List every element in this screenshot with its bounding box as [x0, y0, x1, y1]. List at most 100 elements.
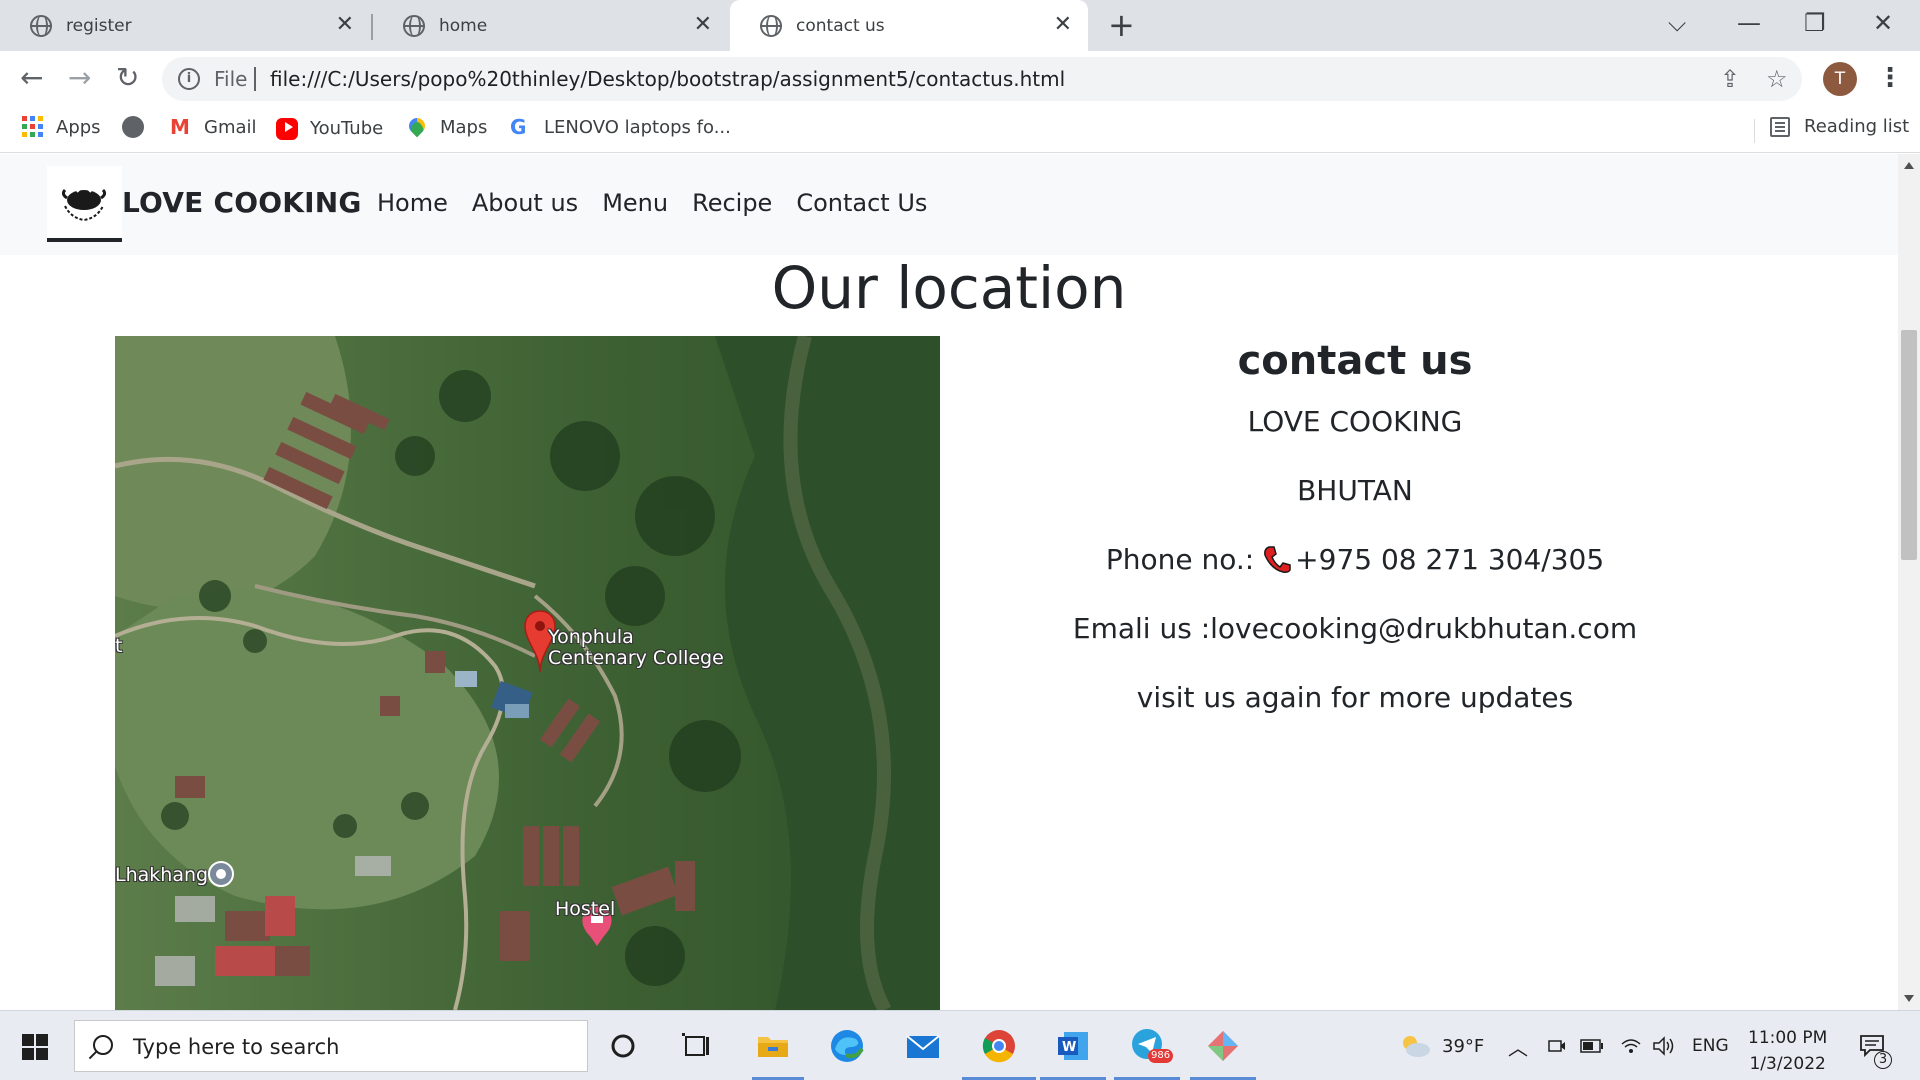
svg-text:W: W [1062, 1040, 1076, 1055]
telegram-icon[interactable]: 986 [1128, 1025, 1174, 1067]
taskbar-search[interactable]: Type here to search [74, 1020, 588, 1072]
bookmark-lenovo[interactable]: G LENOVO laptops fo... [510, 116, 731, 138]
bookmark-star-icon[interactable]: ☆ [1766, 65, 1788, 93]
contact-info: contact us LOVE COOKING BHUTAN Phone no.… [1060, 336, 1650, 749]
bookmark-maps[interactable]: Maps [405, 114, 487, 138]
bookmark-label: LENOVO laptops fo... [544, 116, 731, 138]
nav-contact-us[interactable]: Contact Us [796, 189, 927, 217]
bookmark-youtube[interactable]: YouTube [276, 116, 383, 140]
phone-number: +975 08 271 304/305 [1295, 543, 1605, 576]
browser-menu-icon[interactable]: ⋮ [1877, 63, 1903, 93]
tab-contact-us[interactable]: contact us ✕ [730, 0, 1088, 51]
bookmark-label: Apps [56, 116, 101, 138]
share-icon[interactable]: ⇪ [1720, 65, 1740, 93]
weather-widget[interactable]: 39°F [1398, 1011, 1484, 1080]
cooking-pot-logo-icon [61, 187, 107, 222]
contact-country: BHUTAN [1297, 474, 1413, 507]
new-tab-button[interactable]: + [1108, 8, 1135, 42]
tab-strip: register ✕ home ✕ contact us ✕ + ⌵ — ❐ ✕ [0, 0, 1920, 51]
restore-icon[interactable]: ❐ [1804, 8, 1826, 38]
volume-icon[interactable] [1652, 1011, 1676, 1080]
mail-icon[interactable] [902, 1025, 944, 1067]
gmail-icon: M [170, 115, 190, 139]
back-arrow-icon[interactable]: ← [20, 61, 43, 95]
meet-now-icon[interactable] [1546, 1011, 1566, 1080]
tab-home[interactable]: home ✕ [373, 0, 728, 51]
battery-icon[interactable] [1580, 1011, 1604, 1080]
apps-grid-icon [22, 116, 44, 138]
contact-note: visit us again for more updates [1136, 681, 1574, 714]
input-language[interactable]: ENG [1692, 1011, 1729, 1080]
map-label-college-text: Yonphula Centenary College [548, 626, 724, 669]
address-bar[interactable]: i File file:///C:/Users/popo%20thinley/D… [162, 57, 1802, 101]
scroll-up-arrow-icon[interactable] [1904, 162, 1914, 169]
nav-about-us[interactable]: About us [472, 189, 578, 217]
nav-menu[interactable]: Menu [602, 189, 668, 217]
map-label-edge: t [115, 635, 123, 657]
wifi-icon[interactable] [1620, 1011, 1642, 1080]
scroll-thumb[interactable] [1901, 330, 1917, 560]
cortana-icon[interactable] [602, 1025, 644, 1067]
address-url[interactable]: file:///C:/Users/popo%20thinley/Desktop/… [270, 67, 1065, 91]
scroll-down-arrow-icon[interactable] [1904, 995, 1914, 1002]
bookmark-label: Gmail [204, 116, 257, 138]
bookmark-globe[interactable] [122, 116, 156, 138]
site-navbar: LOVE COOKING Home About us Menu Recipe C… [0, 154, 1898, 255]
satellite-map[interactable]: Yonphula Centenary College Hostel Lhakha… [115, 336, 940, 1010]
bookmark-apps[interactable]: Apps [22, 116, 101, 138]
tab-register[interactable]: register ✕ [0, 0, 370, 51]
globe-icon [30, 14, 52, 37]
maps-icon [405, 114, 429, 138]
brand-name[interactable]: LOVE COOKING [122, 186, 362, 219]
reading-list-label: Reading list [1804, 116, 1910, 137]
file-explorer-icon[interactable] [752, 1025, 794, 1067]
tab-title: contact us [796, 15, 885, 36]
page-viewport: LOVE COOKING Home About us Menu Recipe C… [0, 154, 1898, 1010]
reload-icon[interactable]: ↻ [116, 61, 139, 95]
globe-icon [122, 116, 144, 138]
weather-temperature: 39°F [1442, 1035, 1485, 1057]
minimize-icon[interactable]: — [1737, 8, 1761, 38]
bookmark-gmail[interactable]: M Gmail [170, 116, 257, 138]
forward-arrow-icon[interactable]: → [68, 61, 91, 95]
profile-avatar[interactable]: T [1823, 62, 1857, 96]
word-icon[interactable]: W [1052, 1025, 1094, 1067]
tray-chevron-icon[interactable]: ︿ [1508, 1011, 1528, 1080]
tab-title: register [66, 15, 132, 36]
globe-icon [403, 14, 425, 37]
site-info-icon[interactable]: i [178, 68, 200, 90]
taskbar-search-placeholder: Type here to search [133, 1035, 340, 1059]
notification-count: 3 [1874, 1051, 1892, 1069]
notification-center[interactable]: 3 [1858, 1011, 1892, 1080]
google-icon: G [510, 115, 527, 139]
clock-time: 11:00 PM [1748, 1028, 1828, 1048]
bookmarks-bar: Apps M Gmail YouTube Maps G LENOVO lapto… [0, 107, 1920, 153]
map-label-hostel: Hostel [555, 898, 616, 920]
contact-company: LOVE COOKING [1247, 405, 1463, 438]
tab-search-chevron-icon[interactable]: ⌵ [1668, 8, 1686, 38]
map-imagery [115, 336, 940, 1010]
task-view-icon[interactable] [676, 1025, 718, 1067]
contact-phone: Phone no.: +975 08 271 304/305 [1060, 542, 1650, 578]
bookmarks-divider [1754, 119, 1755, 143]
phone-label: Phone no.: [1105, 543, 1255, 576]
taskbar-clock[interactable]: 11:00 PM 1/3/2022 [1748, 1025, 1827, 1077]
chrome-icon[interactable] [978, 1025, 1020, 1067]
page-scrollbar[interactable] [1898, 154, 1920, 1010]
youtube-icon [276, 118, 298, 140]
close-tab-icon[interactable]: ✕ [336, 12, 354, 38]
tab-title: home [439, 15, 488, 36]
nav-home[interactable]: Home [377, 189, 448, 217]
reading-list-button[interactable]: Reading list [1770, 116, 1909, 137]
site-nav: Home About us Menu Recipe Contact Us [377, 189, 951, 217]
close-tab-icon[interactable]: ✕ [694, 12, 712, 38]
window-close-icon[interactable]: ✕ [1873, 8, 1893, 38]
map-label-college: Yonphula Centenary College [548, 627, 724, 669]
nav-recipe[interactable]: Recipe [692, 189, 772, 217]
edge-icon[interactable] [826, 1025, 868, 1067]
windows-start-icon[interactable] [22, 1034, 48, 1060]
app-diamond-icon[interactable] [1202, 1025, 1244, 1067]
telegram-badge: 986 [1148, 1049, 1174, 1063]
close-tab-icon[interactable]: ✕ [1054, 12, 1072, 38]
site-logo[interactable] [47, 166, 122, 242]
